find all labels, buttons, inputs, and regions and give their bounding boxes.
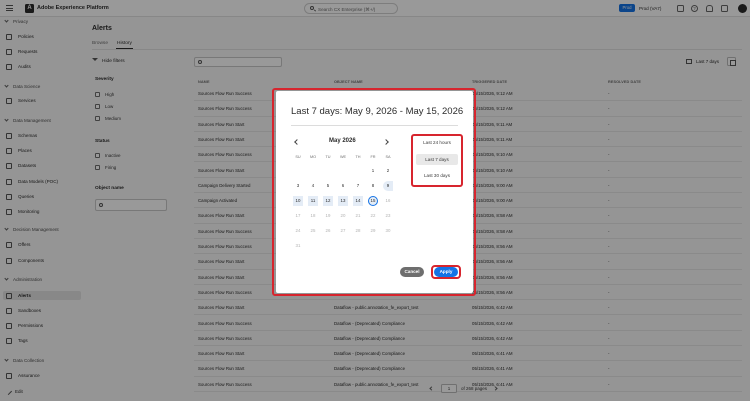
- calendar-day: 30: [385, 228, 391, 233]
- calendar-day: 22: [370, 213, 376, 218]
- weekday-label: FR: [370, 155, 376, 159]
- range-option[interactable]: Last 30 days: [416, 170, 458, 181]
- weekday-label: TH: [355, 155, 361, 159]
- dialog-title: Last 7 days: May 9, 2026 - May 15, 2026: [291, 106, 464, 117]
- calendar-day: 28: [355, 228, 361, 233]
- dialog-divider: [291, 125, 458, 126]
- calendar-day: 29: [370, 228, 376, 233]
- cancel-button[interactable]: Cancel: [400, 267, 424, 277]
- next-month-icon[interactable]: [383, 139, 389, 145]
- calendar-day: 19: [325, 213, 331, 218]
- weekday-label: SU: [295, 155, 301, 159]
- date-range-dialog: Last 7 days: May 9, 2026 - May 15, 2026 …: [276, 91, 473, 293]
- calendar-day: 20: [340, 213, 346, 218]
- calendar-day: 16: [385, 198, 391, 203]
- calendar-day[interactable]: 7: [353, 181, 363, 191]
- calendar-day[interactable]: 4: [308, 181, 318, 191]
- calendar-day[interactable]: 15: [368, 196, 378, 206]
- range-option[interactable]: Last 24 hours: [416, 137, 458, 148]
- calendar-day: 17: [295, 213, 301, 218]
- calendar-month: May 2026: [329, 138, 356, 144]
- calendar-day[interactable]: 11: [308, 196, 318, 206]
- calendar-day: 18: [310, 213, 316, 218]
- calendar-day[interactable]: 5: [323, 181, 333, 191]
- calendar-day: 25: [310, 228, 316, 233]
- calendar-day: 21: [355, 213, 361, 218]
- weekday-label: MO: [309, 155, 317, 159]
- range-option[interactable]: Last 7 days: [416, 153, 458, 165]
- weekday-label: WE: [339, 155, 347, 159]
- calendar-day: 26: [325, 228, 331, 233]
- weekday-label: TU: [325, 155, 331, 159]
- calendar-day[interactable]: 1: [368, 166, 378, 176]
- calendar-day: 24: [295, 228, 301, 233]
- calendar-day[interactable]: 3: [293, 181, 303, 191]
- calendar-day[interactable]: 10: [293, 196, 303, 206]
- calendar-day[interactable]: 8: [368, 181, 378, 191]
- calendar-day[interactable]: 2: [383, 166, 393, 176]
- calendar-day[interactable]: 12: [323, 196, 333, 206]
- calendar-day[interactable]: 9: [383, 181, 393, 191]
- calendar-day[interactable]: 14: [353, 196, 363, 206]
- calendar-day[interactable]: 6: [338, 181, 348, 191]
- calendar-day: 27: [340, 228, 346, 233]
- calendar-day[interactable]: 13: [338, 196, 348, 206]
- calendar-day: 23: [385, 213, 391, 218]
- apply-button[interactable]: Apply: [434, 267, 458, 277]
- calendar-day: 31: [295, 243, 301, 248]
- weekday-label: SA: [385, 155, 391, 159]
- previous-month-icon[interactable]: [294, 139, 300, 145]
